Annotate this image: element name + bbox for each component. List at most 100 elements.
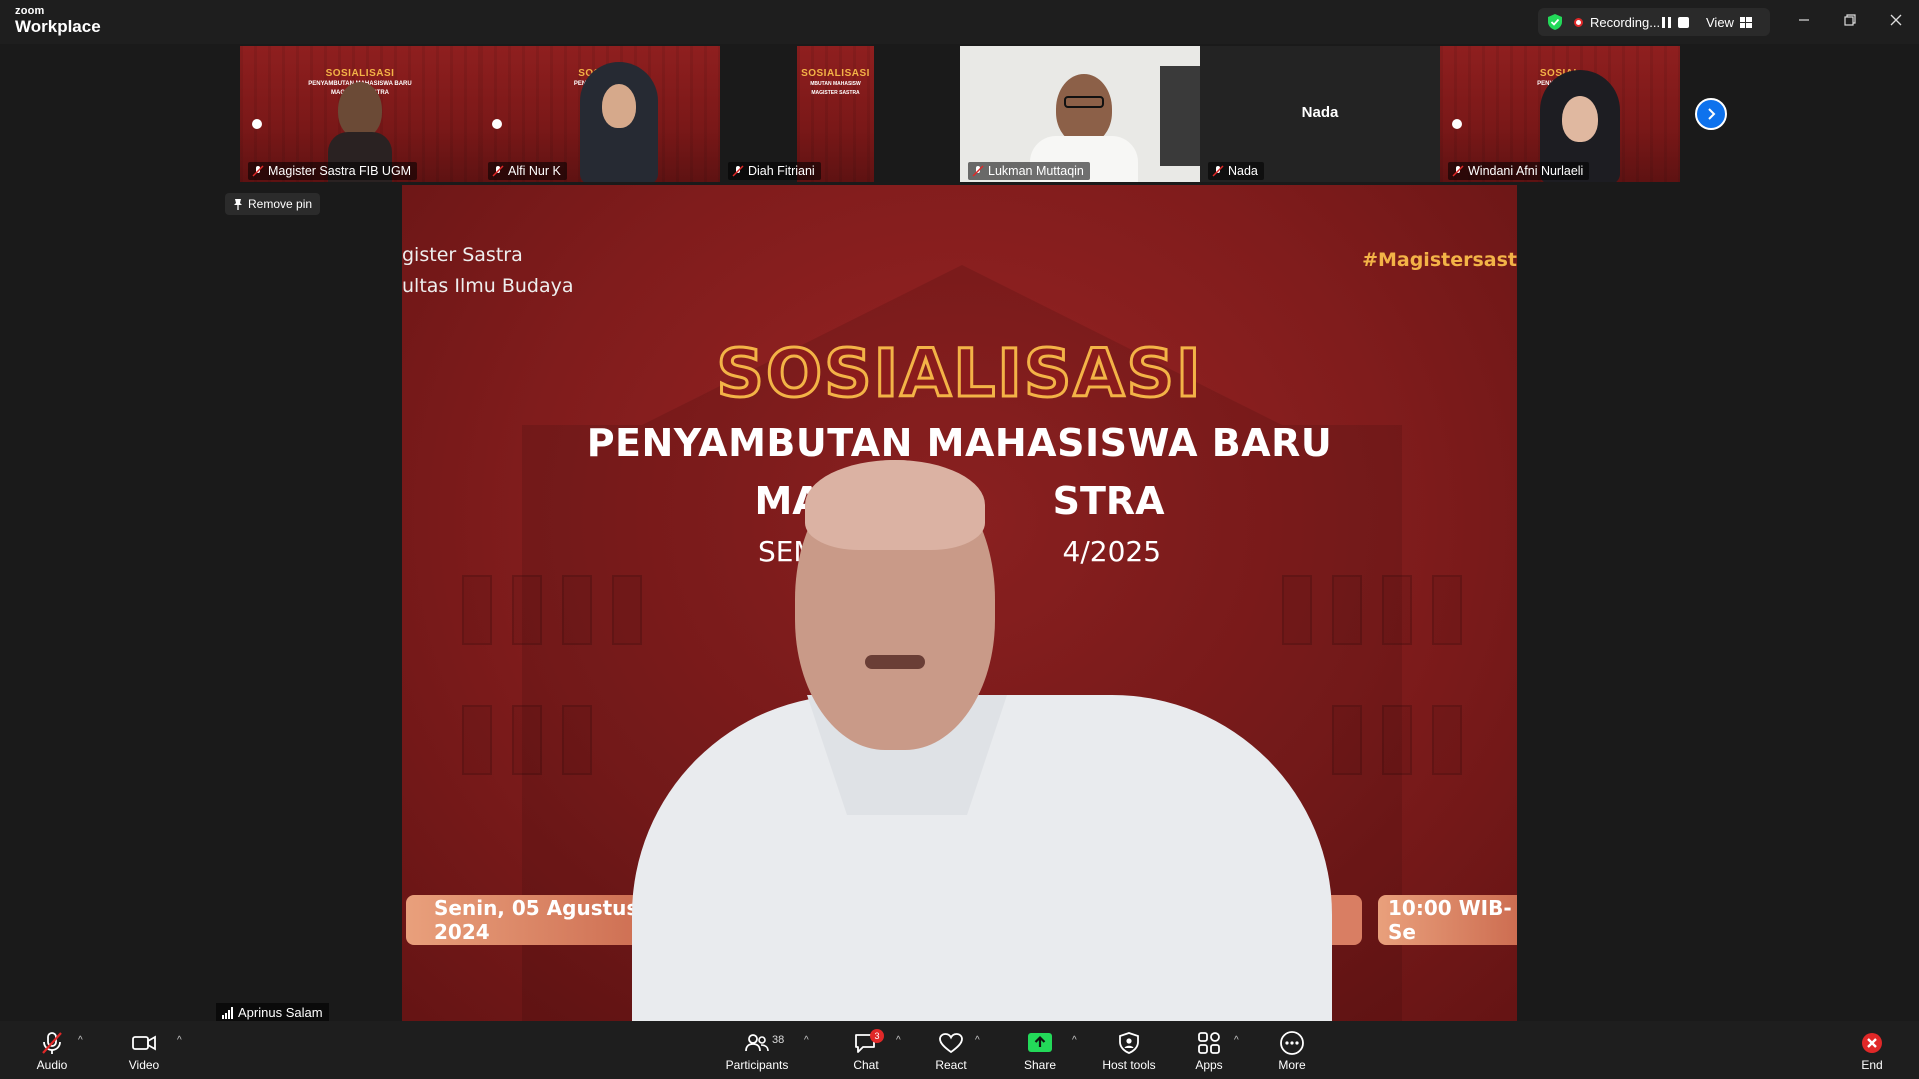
close-button[interactable] bbox=[1882, 8, 1910, 32]
mic-muted-icon bbox=[42, 1032, 62, 1054]
audio-button[interactable]: Audio bbox=[34, 1021, 70, 1079]
recording-indicator-icon bbox=[1574, 18, 1583, 27]
participant-name: Diah Fitriani bbox=[748, 164, 815, 178]
mic-muted-icon bbox=[492, 165, 504, 177]
slide-line1: PENYAMBUTAN MAHASISWA BARU bbox=[586, 421, 1333, 465]
pause-recording-icon[interactable] bbox=[1662, 17, 1672, 28]
recording-status: Recording... bbox=[1590, 15, 1661, 30]
participant-name: Windani Afni Nurlaeli bbox=[1468, 164, 1584, 178]
speaker-name: Aprinus Salam bbox=[238, 1005, 323, 1020]
tile-slide-title: SOSIALISASI bbox=[801, 68, 870, 79]
signal-strength-icon bbox=[222, 1006, 233, 1019]
participant-video bbox=[1030, 74, 1138, 182]
tile-name-tag: Nada bbox=[1208, 162, 1264, 180]
app-logo: zoom Workplace bbox=[15, 6, 101, 36]
video-camera-icon bbox=[132, 1035, 156, 1051]
tile-name-tag: Alfi Nur K bbox=[488, 162, 567, 180]
pin-icon bbox=[234, 199, 242, 210]
mic-muted-icon bbox=[972, 165, 984, 177]
share-button[interactable]: Share bbox=[1022, 1021, 1058, 1079]
participant-placeholder-name: Nada bbox=[1301, 104, 1339, 121]
end-meeting-button[interactable]: End bbox=[1856, 1021, 1888, 1079]
slide-hashtag: #Magistersast bbox=[1362, 249, 1517, 271]
shield-icon[interactable] bbox=[1546, 13, 1564, 31]
share-label: Share bbox=[1023, 1058, 1057, 1072]
participants-button[interactable]: Participants bbox=[722, 1021, 792, 1079]
participant-tile[interactable]: SOSIALISASI MBUTAN MAHASISW MAGISTER SAS… bbox=[720, 46, 960, 182]
participants-icon bbox=[745, 1034, 769, 1052]
slide-time: 10:00 WIB-Se bbox=[1378, 895, 1517, 945]
participant-name: Magister Sastra FIB UGM bbox=[268, 164, 412, 178]
apps-button[interactable]: Apps bbox=[1192, 1021, 1226, 1079]
grid-view-icon bbox=[1739, 16, 1752, 28]
minimize-button[interactable] bbox=[1790, 8, 1818, 32]
chat-unread-badge: 3 bbox=[870, 1029, 884, 1043]
video-label: Video bbox=[128, 1058, 160, 1072]
chevron-right-icon bbox=[1708, 108, 1716, 120]
mic-muted-icon bbox=[1212, 165, 1224, 177]
share-options-caret-icon[interactable]: ^ bbox=[1072, 1035, 1077, 1046]
remove-pin-button[interactable]: Remove pin bbox=[225, 193, 321, 215]
brand-large: Workplace bbox=[15, 17, 101, 36]
participant-tile[interactable]: SOSIALISASI PENYAMBUTAN MAHASISWA BARU M… bbox=[240, 46, 480, 182]
restore-icon bbox=[1844, 14, 1856, 26]
slide-header-line1: gister Sastra bbox=[402, 244, 523, 266]
speaker-name-tag: Aprinus Salam bbox=[216, 1003, 329, 1022]
remove-pin-label: Remove pin bbox=[248, 197, 313, 211]
restore-button[interactable] bbox=[1836, 8, 1864, 32]
react-label: React bbox=[935, 1058, 967, 1072]
minimize-icon bbox=[1799, 19, 1809, 21]
mic-muted-icon bbox=[732, 165, 744, 177]
apps-icon bbox=[1198, 1032, 1220, 1054]
share-screen-icon bbox=[1028, 1033, 1052, 1052]
more-label: More bbox=[1278, 1058, 1306, 1072]
tile-name-tag: Diah Fitriani bbox=[728, 162, 821, 180]
slide-dot-icon bbox=[1452, 119, 1462, 129]
react-options-caret-icon[interactable]: ^ bbox=[975, 1035, 980, 1046]
tile-slide-sub2: MAGISTER SASTRA bbox=[811, 90, 860, 96]
participant-video bbox=[580, 62, 658, 182]
video-options-caret-icon[interactable]: ^ bbox=[177, 1035, 182, 1046]
apps-options-caret-icon[interactable]: ^ bbox=[1234, 1035, 1239, 1046]
participant-name: Lukman Muttaqin bbox=[988, 164, 1084, 178]
participant-tile[interactable]: Nada Nada bbox=[1200, 46, 1440, 182]
view-button[interactable]: View bbox=[1706, 13, 1752, 31]
participant-tile[interactable]: Lukman Muttaqin bbox=[960, 46, 1200, 182]
participant-video bbox=[328, 82, 392, 182]
shield-icon bbox=[1119, 1032, 1139, 1054]
slide-title: SOSIALISASI bbox=[715, 334, 1203, 414]
end-call-icon bbox=[1862, 1033, 1882, 1053]
next-page-button[interactable] bbox=[1695, 98, 1727, 130]
video-button[interactable]: Video bbox=[126, 1021, 162, 1079]
view-label: View bbox=[1706, 14, 1734, 30]
audio-options-caret-icon[interactable]: ^ bbox=[78, 1035, 83, 1046]
mic-muted-icon bbox=[252, 165, 264, 177]
participants-label: Participants bbox=[725, 1058, 789, 1072]
close-icon bbox=[1890, 14, 1902, 26]
tile-name-tag: Magister Sastra FIB UGM bbox=[248, 162, 418, 180]
title-bar: zoom Workplace Recording... View bbox=[0, 0, 1919, 44]
more-button[interactable]: More bbox=[1274, 1021, 1310, 1079]
host-tools-button[interactable]: Host tools bbox=[1098, 1021, 1160, 1079]
chat-options-caret-icon[interactable]: ^ bbox=[896, 1035, 901, 1046]
host-tools-label: Host tools bbox=[1102, 1058, 1156, 1072]
tile-slide-sub: MBUTAN MAHASISW bbox=[810, 81, 861, 87]
slide-dot-icon bbox=[492, 119, 502, 129]
slide-header-line2: ultas Ilmu Budaya bbox=[402, 275, 574, 297]
participant-name: Alfi Nur K bbox=[508, 164, 561, 178]
audio-label: Audio bbox=[36, 1058, 68, 1072]
tile-slide-title: SOSIALISASI bbox=[325, 68, 395, 79]
heart-icon bbox=[939, 1033, 963, 1054]
main-video: gister Sastra ultas Ilmu Budaya #Magiste… bbox=[402, 185, 1517, 1021]
participant-tile[interactable]: SOSIAL PENYAMBUTAN MAGISTE Windani Afni … bbox=[1440, 46, 1680, 182]
slide-dot-icon bbox=[252, 119, 262, 129]
participants-options-caret-icon[interactable]: ^ bbox=[804, 1035, 809, 1046]
react-button[interactable]: React bbox=[932, 1021, 970, 1079]
tile-name-tag: Windani Afni Nurlaeli bbox=[1448, 162, 1590, 180]
apps-label: Apps bbox=[1195, 1058, 1223, 1072]
meeting-toolbar: Audio ^ Video ^ Participants 38 ^ Chat 3… bbox=[0, 1021, 1919, 1079]
slide-header-left: gister Sastra ultas Ilmu Budaya bbox=[402, 240, 574, 302]
stop-recording-icon[interactable] bbox=[1678, 17, 1689, 28]
mic-muted-icon bbox=[1452, 165, 1464, 177]
participant-tile[interactable]: SOSIALI PENYAMBUTAN M MAGISTI Alfi Nur K bbox=[480, 46, 720, 182]
